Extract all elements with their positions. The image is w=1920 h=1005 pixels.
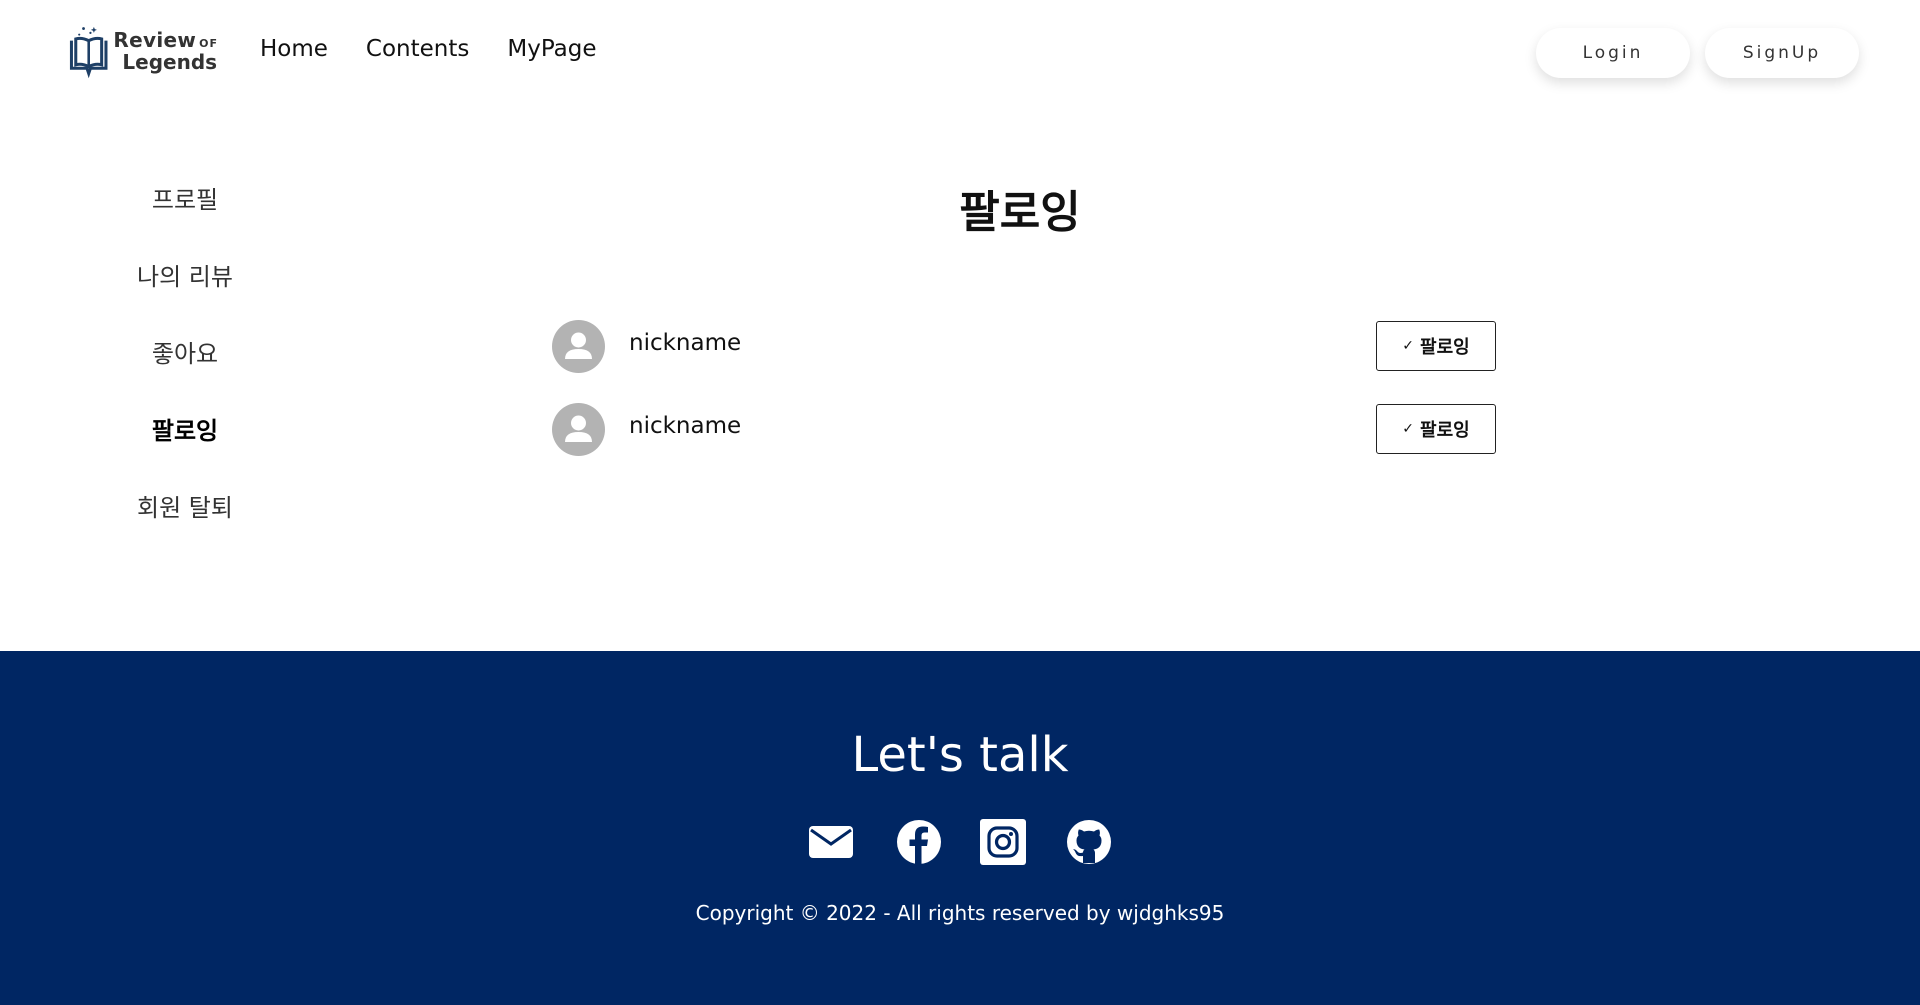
following-row: nickname ✓ 팔로잉 — [552, 403, 1498, 457]
following-toggle-button[interactable]: ✓ 팔로잉 — [1376, 404, 1496, 454]
following-nickname[interactable]: nickname — [629, 413, 741, 439]
site-logo[interactable]: Review OF Legends — [68, 20, 218, 82]
mail-icon[interactable] — [808, 819, 854, 865]
logo-word-legends: Legends — [122, 50, 218, 74]
check-icon: ✓ — [1402, 421, 1415, 437]
nav-home[interactable]: Home — [260, 36, 328, 62]
sidebar-item-withdraw[interactable]: 회원 탈퇴 — [100, 488, 270, 523]
signup-button[interactable]: SignUp — [1705, 28, 1859, 78]
check-icon: ✓ — [1402, 338, 1415, 354]
following-row: nickname ✓ 팔로잉 — [552, 320, 1498, 374]
book-logo-icon — [69, 26, 108, 79]
copyright-text: Copyright © 2022 - All rights reserved b… — [695, 901, 1225, 925]
avatar[interactable] — [552, 403, 605, 456]
following-button-label: 팔로잉 — [1420, 337, 1470, 358]
avatar[interactable] — [552, 320, 605, 373]
facebook-icon[interactable] — [896, 819, 942, 865]
social-links — [808, 819, 1118, 869]
github-icon[interactable] — [1066, 819, 1112, 865]
main-nav: Home Contents MyPage — [260, 36, 635, 62]
site-footer: Let's talk Copyright © 2022 - All rights… — [0, 651, 1920, 1005]
login-button[interactable]: Login — [1536, 28, 1690, 78]
sidebar-item-following[interactable]: 팔로잉 — [100, 411, 270, 446]
sidebar-item-likes[interactable]: 좋아요 — [100, 334, 270, 369]
footer-title: Let's talk — [851, 727, 1069, 783]
following-button-label: 팔로잉 — [1420, 420, 1470, 441]
page-title: 팔로잉 — [959, 187, 1081, 238]
following-toggle-button[interactable]: ✓ 팔로잉 — [1376, 321, 1496, 371]
nav-mypage[interactable]: MyPage — [507, 36, 596, 62]
sidebar-item-profile[interactable]: 프로필 — [100, 180, 270, 215]
sidebar-item-my-reviews[interactable]: 나의 리뷰 — [100, 257, 270, 292]
logo-word-review: Review — [113, 28, 197, 52]
nav-contents[interactable]: Contents — [366, 36, 469, 62]
user-icon — [565, 415, 592, 442]
instagram-icon[interactable] — [980, 819, 1026, 865]
logo-wordmark: Review OF Legends — [113, 30, 218, 72]
following-nickname[interactable]: nickname — [629, 330, 741, 356]
logo-word-of: OF — [199, 37, 218, 50]
site-header: Review OF Legends Home Contents MyPage Lo… — [0, 0, 1920, 105]
user-icon — [565, 332, 592, 359]
